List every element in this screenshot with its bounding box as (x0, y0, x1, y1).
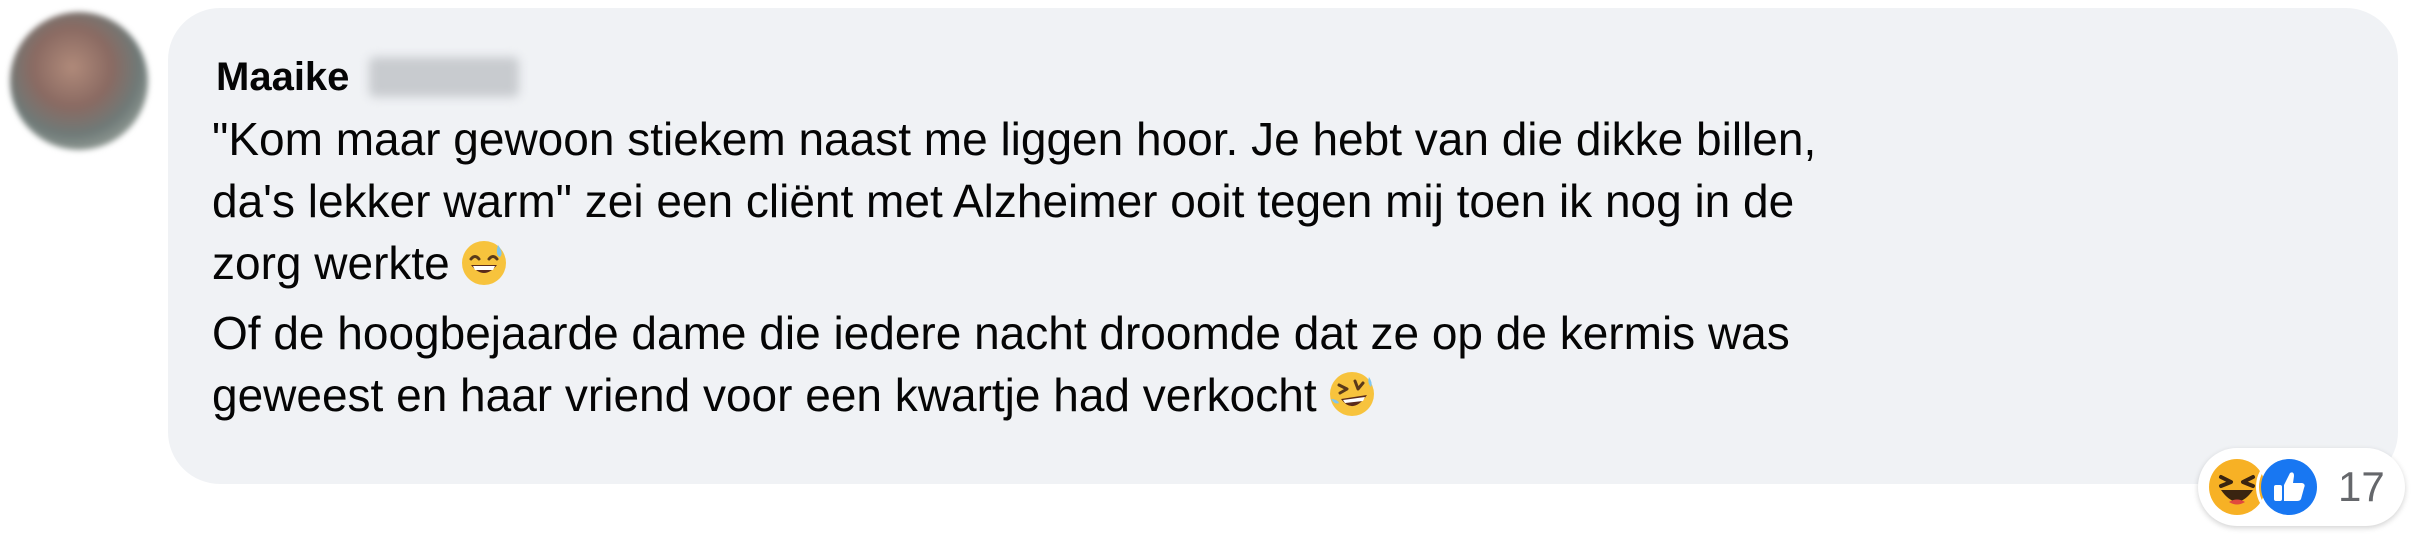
comment-text-line: da's lekker warm" zei een cliënt met Alz… (212, 175, 1795, 227)
comment-text-line: geweest en haar vriend voor een kwartje … (212, 369, 1317, 421)
comment-text: "Kom maar gewoon stiekem naast me liggen… (212, 108, 2352, 434)
like-reaction-icon (2256, 454, 2322, 520)
author-lastname-redacted (369, 57, 520, 97)
grinning-sweat-emoji-icon (460, 239, 508, 302)
comment-avatar[interactable] (10, 12, 148, 150)
reaction-count: 17 (2338, 463, 2385, 510)
comment-author-row: Maaike (216, 42, 520, 112)
comment-text-line-wrap: zorg werkte (212, 232, 2352, 302)
comment-text-line: Of de hoogbejaarde dame die iedere nacht… (212, 307, 1790, 359)
rofl-emoji-icon (1327, 369, 1377, 434)
reaction-summary[interactable]: 17 (2198, 448, 2405, 526)
comment-text-line-wrap: geweest en haar vriend voor een kwartje … (212, 364, 2352, 434)
comment-bubble: Maaike "Kom maar gewoon stiekem naast me… (168, 8, 2398, 484)
comment-author-name[interactable]: Maaike (216, 57, 349, 97)
comment-text-line: zorg werkte (212, 237, 450, 289)
comment-text-line: "Kom maar gewoon stiekem naast me liggen… (212, 113, 1817, 165)
